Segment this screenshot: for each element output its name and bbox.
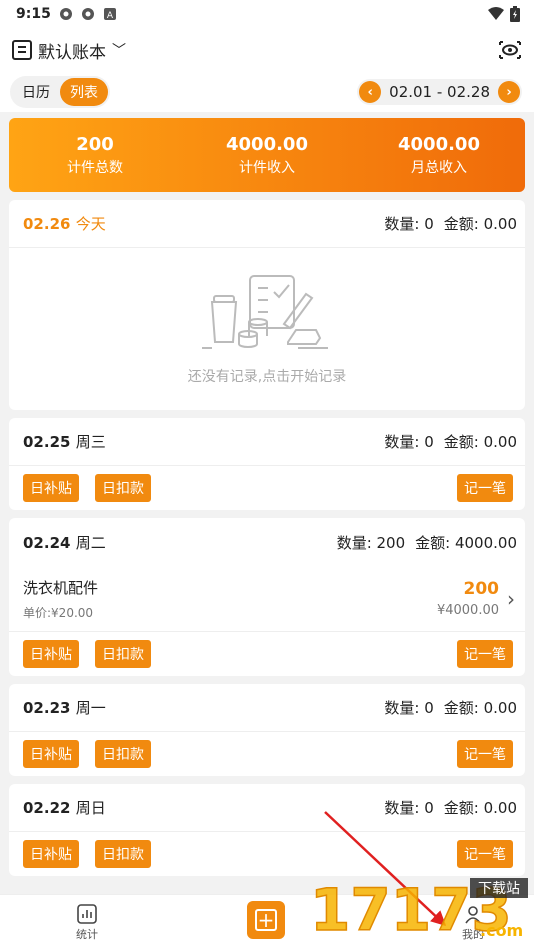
record-item[interactable]: 洗衣机配件 单价:¥20.00 200 ¥4000.00 › <box>9 566 525 632</box>
day-header: 02.24 周二 数量: 200 金额: 4000.00 <box>9 518 525 566</box>
day-card: 02.24 周二 数量: 200 金额: 4000.00 洗衣机配件 单价:¥2… <box>9 518 525 676</box>
summary-label: 月总收入 <box>411 159 467 176</box>
day-amount: 金额: 0.00 <box>443 799 517 817</box>
view-toggle: 日历 列表 <box>10 76 110 108</box>
user-icon <box>465 905 481 923</box>
day-header: 02.25 周三 数量: 0 金额: 0.00 <box>9 418 525 466</box>
day-date: 02.25 周三 <box>23 433 106 451</box>
chevron-right-icon[interactable]: › <box>498 81 520 103</box>
day-actions: 日补贴 日扣款 记一笔 <box>9 832 525 876</box>
record-button[interactable]: 记一笔 <box>457 474 513 502</box>
deduction-button[interactable]: 日扣款 <box>95 740 151 768</box>
day-qty: 数量: 200 <box>336 533 406 552</box>
chevron-down-icon: ﹀ <box>112 43 126 59</box>
day-qty: 数量: 0 <box>384 699 434 717</box>
summary-label: 计件总数 <box>67 159 123 176</box>
nav-label: 我的 <box>462 927 484 941</box>
day-stats: 数量: 0 金额: 0.00 <box>384 213 517 234</box>
deduction-button[interactable]: 日扣款 <box>95 640 151 668</box>
day-header: 02.22 周日 数量: 0 金额: 0.00 <box>9 784 525 832</box>
chevron-right-icon: › <box>507 586 515 611</box>
item-unit-price: 单价:¥20.00 <box>23 605 94 620</box>
record-button[interactable]: 记一笔 <box>457 640 513 668</box>
subsidy-button[interactable]: 日补贴 <box>23 840 79 868</box>
summary-label: 计件收入 <box>239 159 295 176</box>
empty-illustration-icon <box>202 275 328 349</box>
item-total: ¥4000.00 <box>436 603 499 618</box>
day-stats: 数量: 0 金额: 0.00 <box>384 697 517 718</box>
day-date: 02.22 周日 <box>23 799 106 817</box>
app-notification-icon <box>81 8 94 20</box>
item-count: 200 <box>463 579 500 599</box>
chevron-left-icon[interactable]: ‹ <box>359 81 382 103</box>
day-actions: 日补贴 日扣款 记一笔 <box>9 466 525 510</box>
day-stats: 数量: 0 金额: 0.00 <box>384 797 517 818</box>
date-range-label: 02.01 - 02.28 <box>389 83 490 101</box>
month-summary: 200 计件总数 4000.00 计件收入 4000.00 月总收入 <box>9 118 525 192</box>
summary-total-count: 200 计件总数 <box>9 134 181 177</box>
summary-piece-income: 4000.00 计件收入 <box>181 134 353 177</box>
nav-mine[interactable]: 我的 <box>462 904 484 942</box>
subsidy-button[interactable]: 日补贴 <box>23 474 79 502</box>
day-header: 02.26 今天 数量: 0 金额: 0.00 <box>9 200 525 248</box>
book-selector[interactable]: 默认账本 ﹀ <box>12 38 126 63</box>
deduction-button[interactable]: 日扣款 <box>95 474 151 502</box>
day-card: 02.26 今天 数量: 0 金额: 0.00 还没有记录,点击开始记录 <box>9 200 525 410</box>
top-bar: 默认账本 ﹀ <box>0 28 534 72</box>
summary-month-income: 4000.00 月总收入 <box>353 134 525 177</box>
day-qty: 数量: 0 <box>384 433 434 451</box>
day-date: 02.24 周二 <box>23 533 106 552</box>
item-name: 洗衣机配件 <box>23 578 99 597</box>
summary-value: 200 <box>76 133 114 155</box>
day-amount: 金额: 0.00 <box>443 433 517 451</box>
svg-text:A: A <box>107 11 114 21</box>
day-actions: 日补贴 日扣款 记一笔 <box>9 632 525 676</box>
status-bar: 9:15 A <box>0 0 534 28</box>
day-card: 02.23 周一 数量: 0 金额: 0.00 日补贴 日扣款 记一笔 <box>9 684 525 776</box>
ledger-icon <box>12 40 32 60</box>
day-amount: 金额: 0.00 <box>443 215 517 233</box>
nav-stats[interactable]: 统计 <box>76 903 98 942</box>
date-range-picker: ‹ 02.01 - 02.28 › <box>357 79 522 105</box>
day-stats: 数量: 0 金额: 0.00 <box>384 431 517 452</box>
deduction-button[interactable]: 日扣款 <box>95 840 151 868</box>
day-date: 02.26 今天 <box>23 215 106 233</box>
plus-icon: + <box>255 909 277 931</box>
tab-list[interactable]: 列表 <box>60 78 108 106</box>
subsidy-button[interactable]: 日补贴 <box>23 640 79 668</box>
record-button[interactable]: 记一笔 <box>457 840 513 868</box>
day-stats: 数量: 200 金额: 4000.00 <box>337 532 517 553</box>
record-button[interactable]: 记一笔 <box>457 740 513 768</box>
day-card: 02.25 周三 数量: 0 金额: 0.00 日补贴 日扣款 记一笔 <box>9 418 525 510</box>
nav-label: 统计 <box>76 927 98 941</box>
status-time: 9:15 <box>16 6 51 22</box>
app-notification-icon <box>59 8 72 20</box>
eye-icon[interactable] <box>498 40 522 60</box>
font-notification-icon: A <box>103 8 116 21</box>
subsidy-button[interactable]: 日补贴 <box>23 740 79 768</box>
tab-calendar[interactable]: 日历 <box>12 78 60 106</box>
view-toolbar: 日历 列表 ‹ 02.01 - 02.28 › <box>0 72 534 112</box>
summary-value: 4000.00 <box>226 133 308 155</box>
empty-state[interactable]: 还没有记录,点击开始记录 <box>9 248 525 410</box>
day-header: 02.23 周一 数量: 0 金额: 0.00 <box>9 684 525 732</box>
day-actions: 日补贴 日扣款 记一笔 <box>9 732 525 776</box>
battery-icon <box>510 6 520 22</box>
day-amount: 金额: 0.00 <box>443 699 517 717</box>
empty-text: 还没有记录,点击开始记录 <box>187 369 347 385</box>
wifi-icon <box>488 7 504 20</box>
bottom-nav: 统计 + 我的 <box>0 894 534 950</box>
day-qty: 数量: 0 <box>384 799 434 817</box>
bar-chart-icon <box>77 903 97 924</box>
day-qty: 数量: 0 <box>384 215 434 233</box>
add-record-button[interactable]: + <box>247 901 285 939</box>
day-card: 02.22 周日 数量: 0 金额: 0.00 日补贴 日扣款 记一笔 <box>9 784 525 876</box>
day-date: 02.23 周一 <box>23 699 106 717</box>
summary-value: 4000.00 <box>398 133 480 155</box>
book-name: 默认账本 <box>38 42 106 63</box>
day-amount: 金额: 4000.00 <box>415 533 517 552</box>
